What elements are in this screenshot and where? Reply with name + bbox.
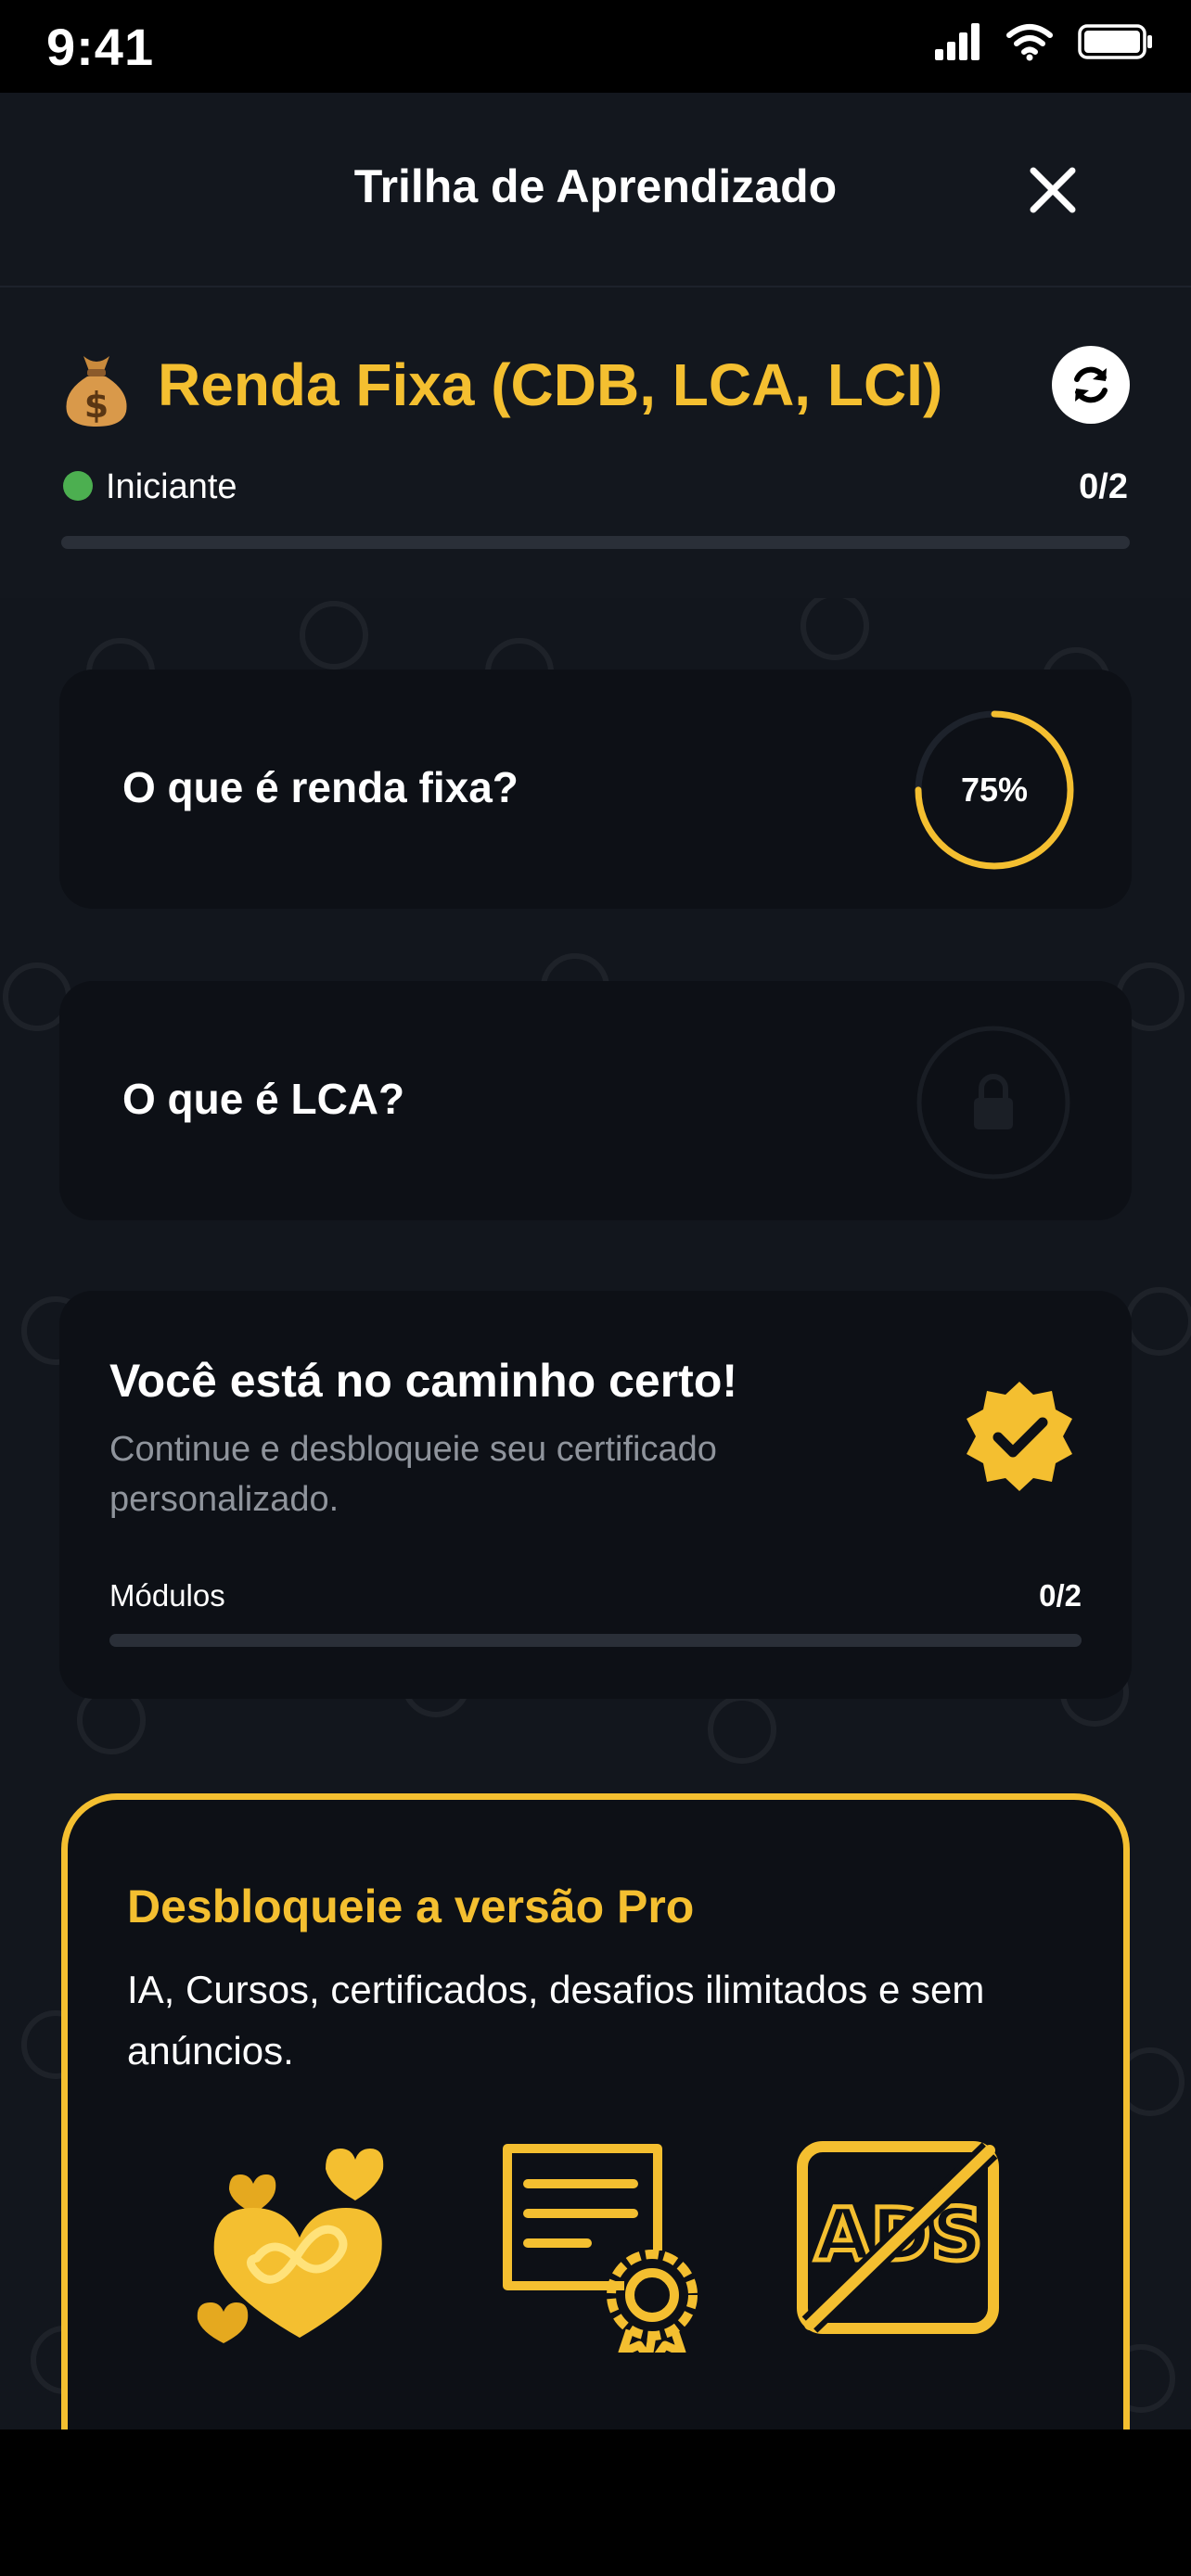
wifi-icon <box>1006 24 1053 61</box>
certificate-progress-card: Você está no caminho certo! Continue e d… <box>59 1291 1132 1699</box>
lesson-progress-ring: 75% <box>911 707 1078 874</box>
certificate-description: Continue e desbloqueie seu certificado p… <box>109 1430 717 1519</box>
status-bar: 9:41 <box>0 0 1191 93</box>
nav-bar: Trilha de Aprendizado <box>0 93 1191 287</box>
no-ads-icon: ADS <box>797 2141 999 2334</box>
infinite-hearts-icon <box>197 2149 384 2343</box>
close-icon <box>1030 167 1076 213</box>
money-bag-icon: $ <box>66 356 127 427</box>
lesson-progress-label: 75% <box>960 771 1029 809</box>
lesson-card-lca[interactable]: O que é LCA? <box>59 981 1132 1220</box>
sync-icon <box>1074 366 1108 403</box>
battery-icon <box>1078 24 1152 59</box>
svg-text:$: $ <box>84 385 109 426</box>
signal-icon <box>935 23 980 60</box>
lesson-title: O que é LCA? <box>122 1075 405 1123</box>
pro-upsell-card[interactable]: Desbloqueie a versão Pro IA, Cursos, cer… <box>61 1793 1130 2429</box>
lesson-title: O que é renda fixa? <box>122 763 519 811</box>
close-button[interactable] <box>1020 158 1085 223</box>
home-indicator-area <box>0 2429 1191 2576</box>
modules-label: Módulos <box>109 1578 225 1613</box>
course-progress-count: 0/2 <box>1079 467 1128 506</box>
modules-progress-bar <box>109 1634 1082 1647</box>
lesson-card-renda-fixa[interactable]: O que é renda fixa? 75% <box>59 670 1132 909</box>
certificate-icon <box>503 2144 698 2353</box>
status-time: 9:41 <box>46 18 155 76</box>
pro-description: IA, Cursos, certificados, desafios ilimi… <box>127 1968 985 2072</box>
pro-title: Desbloqueie a versão Pro <box>127 1881 695 1932</box>
course-title: Renda Fixa (CDB, LCA, LCI) <box>158 351 943 418</box>
lock-icon <box>916 1026 1070 1180</box>
level-indicator-dot <box>63 471 93 501</box>
status-icons <box>935 22 1154 61</box>
learning-path-screen: Trilha de Aprendizado $ Renda Fixa (CDB,… <box>0 93 1191 2429</box>
course-progress-bar <box>61 536 1130 549</box>
certificate-title: Você está no caminho certo! <box>109 1355 738 1407</box>
page-title: Trilha de Aprendizado <box>353 160 838 212</box>
modules-count: 0/2 <box>1039 1578 1082 1613</box>
verified-badge-icon <box>967 1382 1072 1491</box>
course-header: $ Renda Fixa (CDB, LCA, LCI) Iniciante 0… <box>0 287 1191 598</box>
reset-progress-button[interactable] <box>1052 346 1130 424</box>
level-label: Iniciante <box>106 467 237 506</box>
